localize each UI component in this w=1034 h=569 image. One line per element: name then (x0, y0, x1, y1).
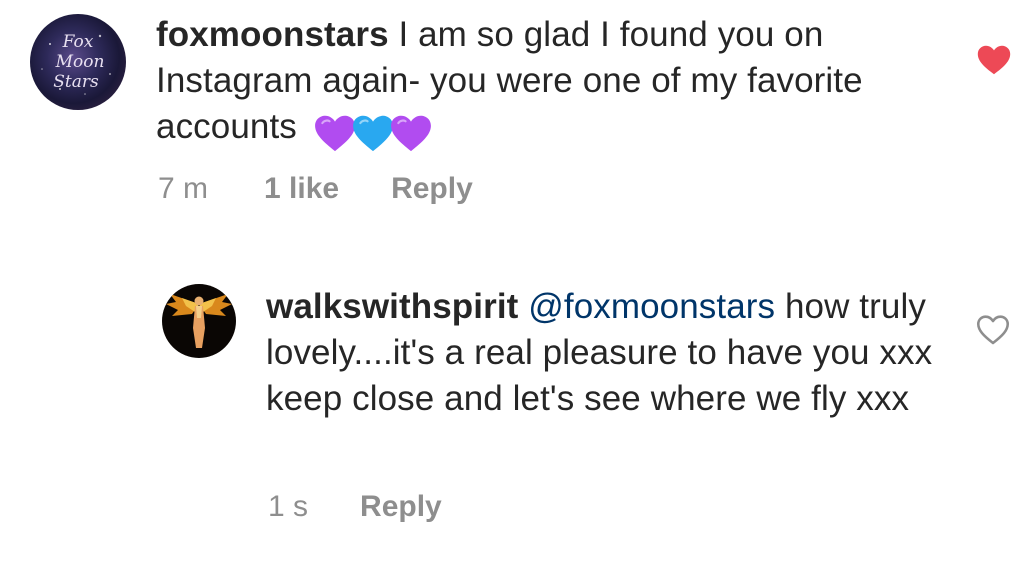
avatar-text-3: Stars (53, 72, 99, 92)
timestamp: 7 m (158, 172, 209, 205)
avatar-foxmoonstars[interactable]: Fox Moon Stars (30, 14, 126, 110)
avatar-text-2: Moon (55, 52, 105, 72)
username[interactable]: walkswithspirit (266, 287, 518, 326)
avatar-image: Fox Moon Stars (30, 14, 126, 110)
avatar-walkswithspirit[interactable] (162, 284, 236, 358)
emoji-group (313, 108, 431, 154)
heart-filled-icon (977, 45, 1011, 75)
comment-meta: 1 s Reply (268, 490, 442, 524)
likes-count[interactable]: 1 like (264, 172, 339, 206)
comment-meta: 7 m 1 like Reply (158, 172, 473, 206)
mention-link[interactable]: @foxmoonstars (528, 287, 775, 326)
comment-text: foxmoonstars I am so glad I found you on… (156, 12, 946, 154)
like-button[interactable] (976, 314, 1010, 346)
comment-text: walkswithspirit @foxmoonstars how truly … (266, 284, 966, 422)
timestamp: 1 s (268, 490, 309, 523)
heart-outline-icon (976, 315, 1010, 345)
avatar-image (162, 284, 236, 358)
avatar-text-1: Fox (62, 32, 94, 52)
reply-button[interactable]: Reply (391, 172, 473, 206)
reply-button[interactable]: Reply (360, 490, 442, 524)
username[interactable]: foxmoonstars (156, 15, 389, 54)
purple-heart-icon (390, 115, 431, 151)
like-button[interactable] (976, 44, 1012, 76)
